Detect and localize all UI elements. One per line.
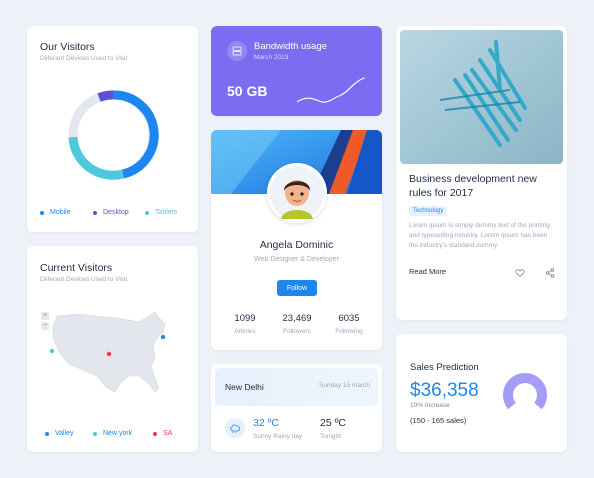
- stat-followers-label: Followers: [283, 328, 311, 335]
- legend-mobile-label: Mobile: [50, 209, 71, 216]
- donut-segment-empty: [68, 93, 101, 138]
- map-marker-newyork[interactable]: [49, 348, 55, 354]
- stat-articles-value: 1099: [234, 313, 256, 324]
- legend-newyork-dot: [93, 431, 97, 436]
- bandwidth-sparkline: [296, 77, 366, 103]
- legend-desktop-label: Desktop: [103, 209, 129, 216]
- profile-card: Angela Dominic Web Designer & Developer …: [211, 130, 382, 350]
- avatar[interactable]: [267, 163, 327, 223]
- weather-card: New Delhi Sunday 15 march 32 ºC Sunny Ra…: [211, 364, 382, 452]
- stat-followers: 23,469 Followers: [272, 313, 322, 335]
- sales-gauge: [503, 373, 547, 410]
- blog-tag[interactable]: Technology: [409, 206, 448, 216]
- donut-segment-tablets: [68, 136, 125, 180]
- weather-city: New Delhi: [225, 382, 264, 392]
- weather-desc-day: Sunny Rainy day: [253, 433, 303, 440]
- blog-title[interactable]: Business development new rules for 2017: [409, 172, 559, 200]
- legend-tablets-dot: [145, 210, 149, 215]
- avatar-illustration: [270, 166, 324, 220]
- usa-map: [49, 311, 166, 393]
- legend-valley-dot: [45, 431, 49, 436]
- stat-following-value: 6035: [338, 313, 360, 324]
- legend-tablets-label: Tablets: [155, 209, 178, 216]
- donut-segment-mobile: [112, 90, 159, 179]
- legend-desktop-dot: [93, 210, 97, 215]
- blog-body: Lorem ipsum is simply dummy text of the …: [409, 222, 550, 249]
- bandwidth-title: Bandwidth usage: [254, 41, 327, 52]
- our-visitors-card: Our Visitors Diiferant Devices Used to V…: [27, 26, 198, 232]
- share-icon[interactable]: [545, 265, 555, 283]
- legend-valley: Valley: [45, 430, 74, 437]
- legend-sa-label: SA: [163, 430, 173, 437]
- legend-sa-dot: [153, 431, 157, 436]
- visitors-donut-chart: [68, 90, 159, 180]
- legend-mobile: Mobile: [40, 209, 71, 216]
- stat-following: 6035 Following: [324, 313, 374, 335]
- stat-following-label: Following: [335, 328, 363, 335]
- profile-role: Web Designer & Developer: [254, 256, 339, 263]
- bandwidth-card: Bandwidth usage March 2023 50 GB: [211, 26, 382, 116]
- sales-range: (150 - 165 sales): [410, 416, 467, 425]
- sales-prediction-card: Sales Prediction $36,358 10% Increase (1…: [396, 334, 567, 452]
- weather-temp-night: 25 ºC: [320, 417, 347, 429]
- legend-newyork: New york: [93, 430, 132, 437]
- profile-name: Angela Dominic: [259, 239, 334, 251]
- weather-temp-day: 32 ºC: [253, 417, 280, 429]
- bandwidth-subtitle: March 2023: [254, 54, 289, 61]
- sales-value: $36,358: [410, 380, 479, 401]
- current-visitors-card: Current Visitors Diiferant Devices Used …: [27, 246, 198, 452]
- donut-segment-desktop: [97, 90, 114, 102]
- map-marker-valley[interactable]: [160, 334, 166, 340]
- sales-increase: 10% Increase: [410, 402, 450, 409]
- legend-tablets: Tablets: [145, 209, 177, 216]
- heart-icon[interactable]: [515, 265, 525, 283]
- legend-desktop: Desktop: [93, 209, 129, 216]
- sales-gauge-arc: [503, 373, 547, 410]
- legend-newyork-label: New york: [103, 430, 133, 437]
- stat-followers-value: 23,469: [282, 313, 312, 324]
- weather-cloud-icon: [225, 418, 245, 438]
- legend-mobile-dot: [40, 210, 44, 215]
- legend-valley-label: Valley: [55, 430, 74, 437]
- weather-desc-night: Tonight: [320, 433, 341, 440]
- follow-button[interactable]: Follow: [277, 280, 317, 296]
- server-icon: [227, 41, 247, 61]
- sales-title: Sales Prediction: [410, 362, 479, 373]
- blog-image[interactable]: [400, 30, 563, 164]
- stat-articles-label: Articles: [234, 328, 256, 335]
- bandwidth-value: 50 GB: [227, 83, 268, 99]
- weather-date: Sunday 15 march: [319, 382, 370, 389]
- read-more-link[interactable]: Read More: [409, 267, 446, 276]
- blog-card: Business development new rules for 2017 …: [396, 26, 567, 320]
- legend-sa: SA: [153, 430, 172, 437]
- map-marker-sa[interactable]: [106, 351, 112, 357]
- stat-articles: 1099 Articles: [220, 313, 270, 335]
